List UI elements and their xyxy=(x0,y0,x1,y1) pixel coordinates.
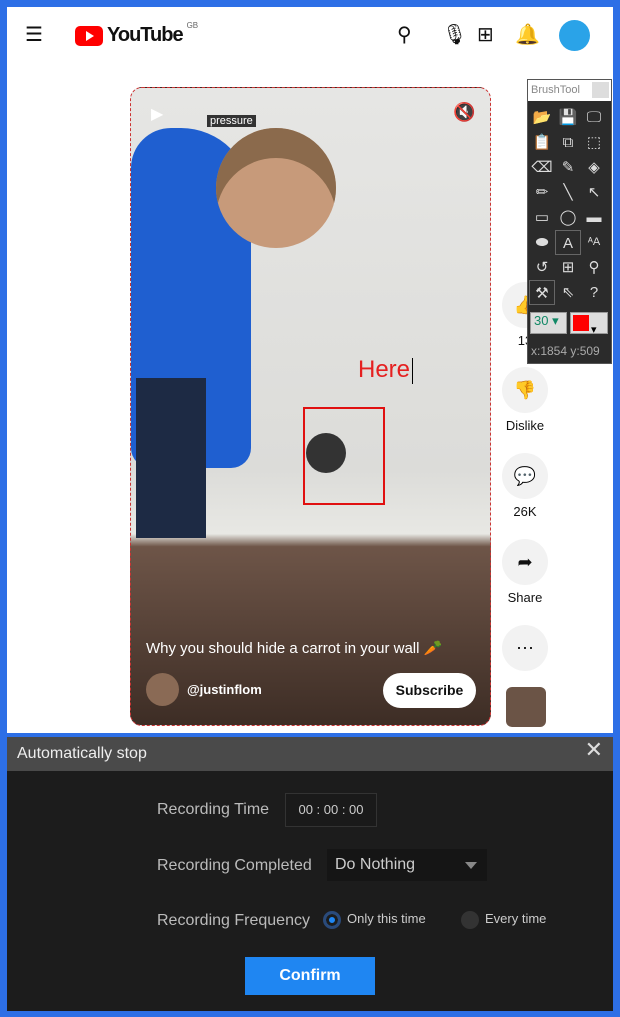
fill-icon[interactable]: ◈ xyxy=(581,155,607,180)
youtube-logo[interactable]: YouTube GB xyxy=(75,21,198,47)
annotation-rectangle xyxy=(303,407,385,505)
header: ☰ YouTube GB ⚲ 🎙 ⊞ 🔔 xyxy=(7,7,613,63)
recording-time-input[interactable]: 00 : 00 : 00 xyxy=(285,793,377,827)
font-size-icon[interactable]: ᴬA xyxy=(581,230,607,255)
bell-icon[interactable]: 🔔 xyxy=(515,22,540,47)
copy-icon[interactable]: ⧉ xyxy=(555,130,581,155)
channel-name[interactable]: @justinflom xyxy=(187,682,262,697)
eraser-icon[interactable]: ⌫ xyxy=(529,155,555,180)
annotation-text: Here xyxy=(358,356,413,384)
mic-icon[interactable]: 🎙 xyxy=(442,22,467,47)
share-icon: ➦ xyxy=(502,539,548,585)
eyedropper-icon[interactable]: ✎ xyxy=(555,155,581,180)
search-icon[interactable]: ⚲ xyxy=(397,22,412,47)
option-every-time[interactable]: Every time xyxy=(485,911,546,926)
confirm-button[interactable]: Confirm xyxy=(245,957,375,995)
video-tag: pressure xyxy=(207,115,256,127)
color-select[interactable]: ▾ xyxy=(570,312,608,336)
dialog-title: Automatically stop xyxy=(17,745,147,762)
video-caption: Why you should hide a carrot in your wal… xyxy=(146,640,443,657)
subscribe-button[interactable]: Subscribe xyxy=(383,673,476,708)
dialog-titlebar: Automatically stop ✕ xyxy=(7,737,613,771)
paste-icon[interactable]: 📋 xyxy=(529,130,555,155)
zoom-icon[interactable]: ⚲ xyxy=(581,255,607,280)
mute-icon[interactable]: 🔇 xyxy=(453,102,475,123)
comments-button[interactable]: 💬 26K xyxy=(502,453,548,519)
share-label: Share xyxy=(507,590,543,605)
select-rect-icon[interactable]: ⬚ xyxy=(581,130,607,155)
youtube-play-icon xyxy=(75,25,103,46)
screen-icon[interactable]: 🖵 xyxy=(581,105,607,130)
brushtool-panel: BrushTool 📂 💾 🖵 📋 ⧉ ⬚ ⌫ ✎ ◈ ✏ ╲ ↖ ▭ ◯ ▬ ⬬ AᴬA ↺ ⊞ ⚲ ⚒… xyxy=(527,79,612,364)
line-icon[interactable]: ╲ xyxy=(555,180,581,205)
grid-icon[interactable]: ⊞ xyxy=(555,255,581,280)
rectangle-icon[interactable]: ▭ xyxy=(529,205,555,230)
recording-completed-label: Recording Completed xyxy=(157,857,312,874)
video-player[interactable]: ▶ pressure 🔇 Here Why you should hide a … xyxy=(130,87,491,726)
option-only-this-time[interactable]: Only this time xyxy=(347,911,426,926)
create-icon[interactable]: ⊞ xyxy=(477,22,494,47)
youtube-page: ☰ YouTube GB ⚲ 🎙 ⊞ 🔔 ▶ pressure 🔇 Here Wh… xyxy=(7,7,613,733)
pin-icon[interactable]: ⚒ xyxy=(529,280,555,305)
ellipse-icon[interactable]: ◯ xyxy=(555,205,581,230)
color-swatch xyxy=(573,315,589,331)
brush-size-select[interactable]: 30 ▾ xyxy=(530,312,567,334)
recording-completed-select[interactable]: Do Nothing xyxy=(327,849,487,881)
play-icon[interactable]: ▶ xyxy=(151,104,163,124)
brushtool-titlebar[interactable]: BrushTool xyxy=(528,80,611,101)
selected-value: Do Nothing xyxy=(335,856,416,873)
radio-every-time[interactable] xyxy=(461,911,479,929)
arrow-icon[interactable]: ↖ xyxy=(581,180,607,205)
more-button[interactable]: ⋯ xyxy=(502,625,548,676)
brushtool-title: BrushTool xyxy=(531,84,580,96)
brushtool-close[interactable] xyxy=(592,82,609,98)
filled-rect-icon[interactable]: ▬ xyxy=(581,205,607,230)
help-icon[interactable]: ? xyxy=(581,280,607,305)
text-icon[interactable]: A xyxy=(555,230,581,255)
avatar[interactable] xyxy=(559,20,590,51)
video-head xyxy=(216,128,336,248)
undo-icon[interactable]: ↺ xyxy=(529,255,555,280)
comment-icon: 💬 xyxy=(502,453,548,499)
channel-avatar[interactable] xyxy=(146,673,179,706)
recording-frequency-label: Recording Frequency xyxy=(157,912,310,929)
recording-time-label: Recording Time xyxy=(157,801,270,818)
share-button[interactable]: ➦ Share xyxy=(502,539,548,605)
radio-only-this-time[interactable] xyxy=(323,911,341,929)
auto-stop-dialog: Automatically stop ✕ Recording Time 00 : … xyxy=(7,737,613,1011)
pointer-icon[interactable]: ⇖ xyxy=(555,280,581,305)
brush-size-value: 30 xyxy=(534,313,549,328)
close-icon[interactable]: ✕ xyxy=(585,737,603,763)
comment-count: 26K xyxy=(513,504,537,519)
menu-icon[interactable]: ☰ xyxy=(25,22,43,47)
sound-thumbnail[interactable] xyxy=(506,687,546,727)
dislike-button[interactable]: 👎 Dislike xyxy=(502,367,548,433)
more-icon: ⋯ xyxy=(502,625,548,671)
pencil-icon[interactable]: ✏ xyxy=(529,180,555,205)
filled-ellipse-icon[interactable]: ⬬ xyxy=(529,230,555,255)
open-icon[interactable]: 📂 xyxy=(529,105,555,130)
save-icon[interactable]: 💾 xyxy=(555,105,581,130)
cursor-coordinates: x:1854 y:509 xyxy=(531,344,600,358)
thumbs-down-icon: 👎 xyxy=(502,367,548,413)
dislike-label: Dislike xyxy=(505,418,545,433)
video-legs xyxy=(136,378,206,538)
chevron-down-icon xyxy=(465,862,477,869)
